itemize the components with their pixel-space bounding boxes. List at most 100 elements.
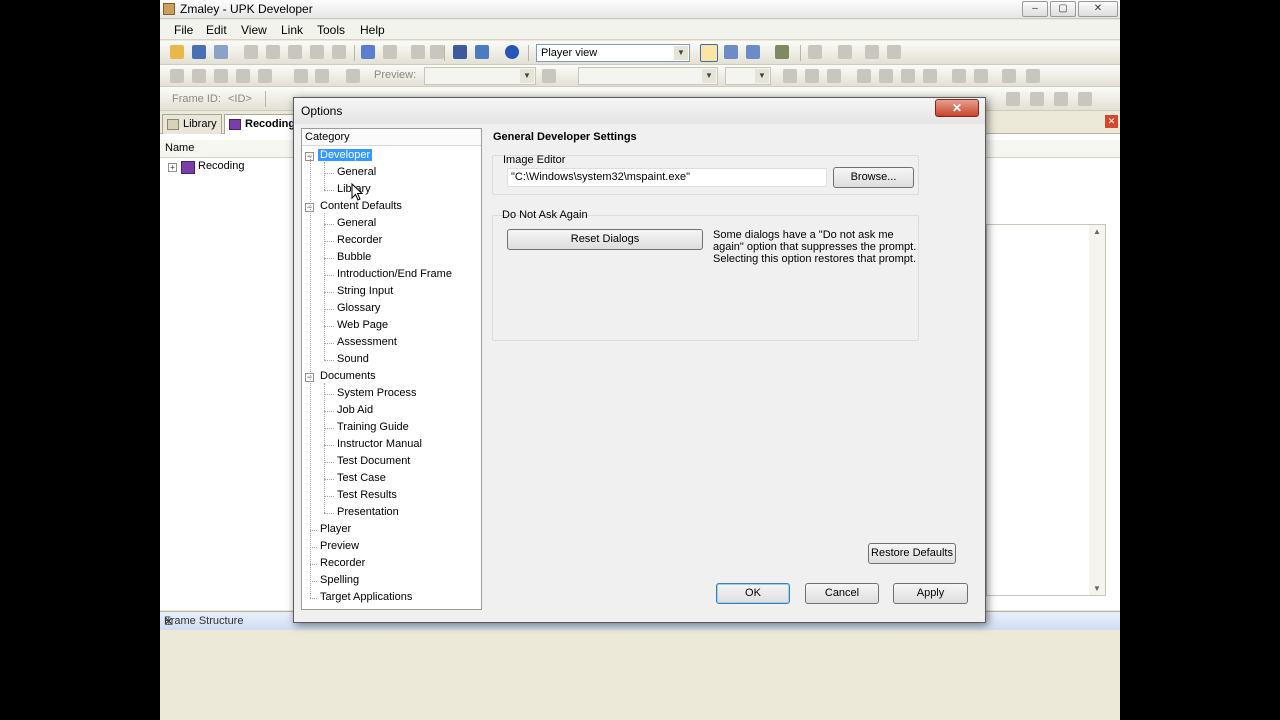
justify-icon[interactable] <box>923 69 937 83</box>
delete-icon[interactable] <box>310 45 324 59</box>
numbering-icon[interactable] <box>974 69 988 83</box>
tree-subcategory[interactable]: Sound <box>335 352 371 368</box>
arrow-down-icon[interactable] <box>346 69 360 83</box>
copy-icon[interactable] <box>266 45 280 59</box>
tab-recoding[interactable]: Recoding <box>224 114 304 134</box>
tree-subcategory[interactable]: Presentation <box>335 505 401 521</box>
reset-dialogs-button[interactable]: Reset Dialogs <box>507 229 703 250</box>
apply-button[interactable]: Apply <box>893 583 968 604</box>
outdent-icon[interactable] <box>294 69 308 83</box>
tree-category[interactable]: Preview <box>318 539 361 555</box>
align-left-icon[interactable] <box>857 69 871 83</box>
package-icon[interactable] <box>775 45 789 59</box>
bullets-icon[interactable] <box>952 69 966 83</box>
underline-icon[interactable] <box>827 69 841 83</box>
bold-icon[interactable] <box>783 69 797 83</box>
tree-category[interactable]: Target Applications <box>318 590 414 606</box>
align-center-icon[interactable] <box>879 69 893 83</box>
align-right-icon[interactable] <box>901 69 915 83</box>
image-editor-field[interactable]: "C:\Windows\system32\mspaint.exe" <box>507 168 827 187</box>
tree-category[interactable]: Player <box>318 522 353 538</box>
tree-subcategory[interactable]: Assessment <box>335 335 399 351</box>
image-icon[interactable] <box>236 69 250 83</box>
redo-icon[interactable] <box>383 45 397 59</box>
tree-subcategory[interactable]: Glossary <box>335 301 382 317</box>
frame-tool-icon[interactable] <box>1006 92 1020 106</box>
link-icon[interactable] <box>808 45 822 59</box>
browse-button[interactable]: Browse... <box>833 167 914 188</box>
menu-view[interactable]: View <box>241 23 267 37</box>
tab-library[interactable]: Library <box>162 114 222 134</box>
menu-help[interactable]: Help <box>360 23 385 37</box>
help-topic-icon[interactable] <box>258 69 272 83</box>
tree-subcategory[interactable]: Test Document <box>335 454 412 470</box>
tree-category[interactable]: Developer <box>318 148 373 164</box>
tree-subcategory[interactable]: Training Guide <box>335 420 411 436</box>
tree-category[interactable]: Recorder <box>318 556 367 572</box>
frame-tool-icon[interactable] <box>1054 92 1068 106</box>
italic-icon[interactable] <box>805 69 819 83</box>
paste-icon[interactable] <box>288 45 302 59</box>
spellcheck-icon[interactable] <box>475 45 489 59</box>
font-size-select[interactable]: ▼ <box>725 67 771 85</box>
layout-split-horizontal-icon[interactable] <box>724 45 738 59</box>
close-window-button[interactable]: ✕ <box>1078 1 1118 17</box>
menu-edit[interactable]: Edit <box>206 23 227 37</box>
minimize-button[interactable]: – <box>1022 1 1048 17</box>
print-icon[interactable] <box>214 45 228 59</box>
menu-link[interactable]: Link <box>281 23 303 37</box>
tree-subcategory[interactable]: Recorder <box>335 233 384 249</box>
preview-go-icon[interactable] <box>542 69 556 83</box>
settings-icon[interactable] <box>214 69 228 83</box>
layout-single-icon[interactable] <box>700 44 718 62</box>
undo-icon[interactable] <box>361 45 375 59</box>
tree-subcategory[interactable]: Web Page <box>335 318 390 334</box>
format-icon[interactable] <box>192 69 206 83</box>
maximize-button[interactable]: ▢ <box>1050 1 1076 17</box>
indent-icon[interactable] <box>1002 69 1016 83</box>
tree-subcategory[interactable]: Test Case <box>335 471 388 487</box>
close-tab-icon[interactable]: ✕ <box>1105 115 1118 128</box>
unlink-icon[interactable] <box>838 45 852 59</box>
tree-subcategory[interactable]: String Input <box>335 284 395 300</box>
menu-tools[interactable]: Tools <box>317 23 345 37</box>
help-icon[interactable] <box>505 45 519 59</box>
tree-subcategory[interactable]: Introduction/End Frame <box>335 267 454 283</box>
menu-file[interactable]: File <box>174 23 193 37</box>
preview-down-icon[interactable] <box>315 69 329 83</box>
tree-subcategory[interactable]: Job Aid <box>335 403 375 419</box>
tree-category[interactable]: Spelling <box>318 573 361 589</box>
dialog-close-button[interactable]: ✕ <box>935 99 979 117</box>
preview-select[interactable]: ▼ <box>424 67 536 85</box>
scroll-down-icon[interactable]: ▼ <box>1093 584 1101 593</box>
tree-subcategory[interactable]: General <box>335 216 378 232</box>
font-select[interactable]: ▼ <box>578 67 718 85</box>
scroll-up-icon[interactable]: ▲ <box>1093 227 1101 236</box>
save-icon[interactable] <box>192 45 206 59</box>
frame-tool-icon[interactable] <box>1078 92 1092 106</box>
tree-subcategory[interactable]: Instructor Manual <box>335 437 424 453</box>
cancel-button[interactable]: Cancel <box>805 583 879 604</box>
view-mode-select[interactable]: Player view ▼ <box>536 44 690 62</box>
layout-split-vertical-icon[interactable] <box>746 45 760 59</box>
cut-icon[interactable] <box>244 45 258 59</box>
find-icon[interactable] <box>453 45 467 59</box>
remove-icon[interactable] <box>430 45 444 59</box>
color-icon[interactable] <box>1026 69 1040 83</box>
ok-button[interactable]: OK <box>716 583 790 604</box>
tree-subcategory[interactable]: Bubble <box>335 250 373 266</box>
tree-category[interactable]: Content Defaults <box>318 199 404 215</box>
restore-defaults-button[interactable]: Restore Defaults <box>868 543 956 564</box>
move-down-icon[interactable] <box>887 45 901 59</box>
tree-subcategory[interactable]: System Process <box>335 386 418 402</box>
insert-icon[interactable] <box>411 45 425 59</box>
expand-icon[interactable]: + <box>168 163 177 172</box>
properties-icon[interactable] <box>332 45 346 59</box>
tree-subcategory[interactable]: General <box>335 165 378 181</box>
open-folder-icon[interactable] <box>170 45 184 59</box>
copy-format-icon[interactable] <box>170 69 184 83</box>
tree-category[interactable]: Documents <box>318 369 378 385</box>
move-up-icon[interactable] <box>865 45 879 59</box>
vertical-scrollbar[interactable]: ▲ ▼ <box>1089 225 1105 595</box>
tree-subcategory[interactable]: Test Results <box>335 488 399 504</box>
